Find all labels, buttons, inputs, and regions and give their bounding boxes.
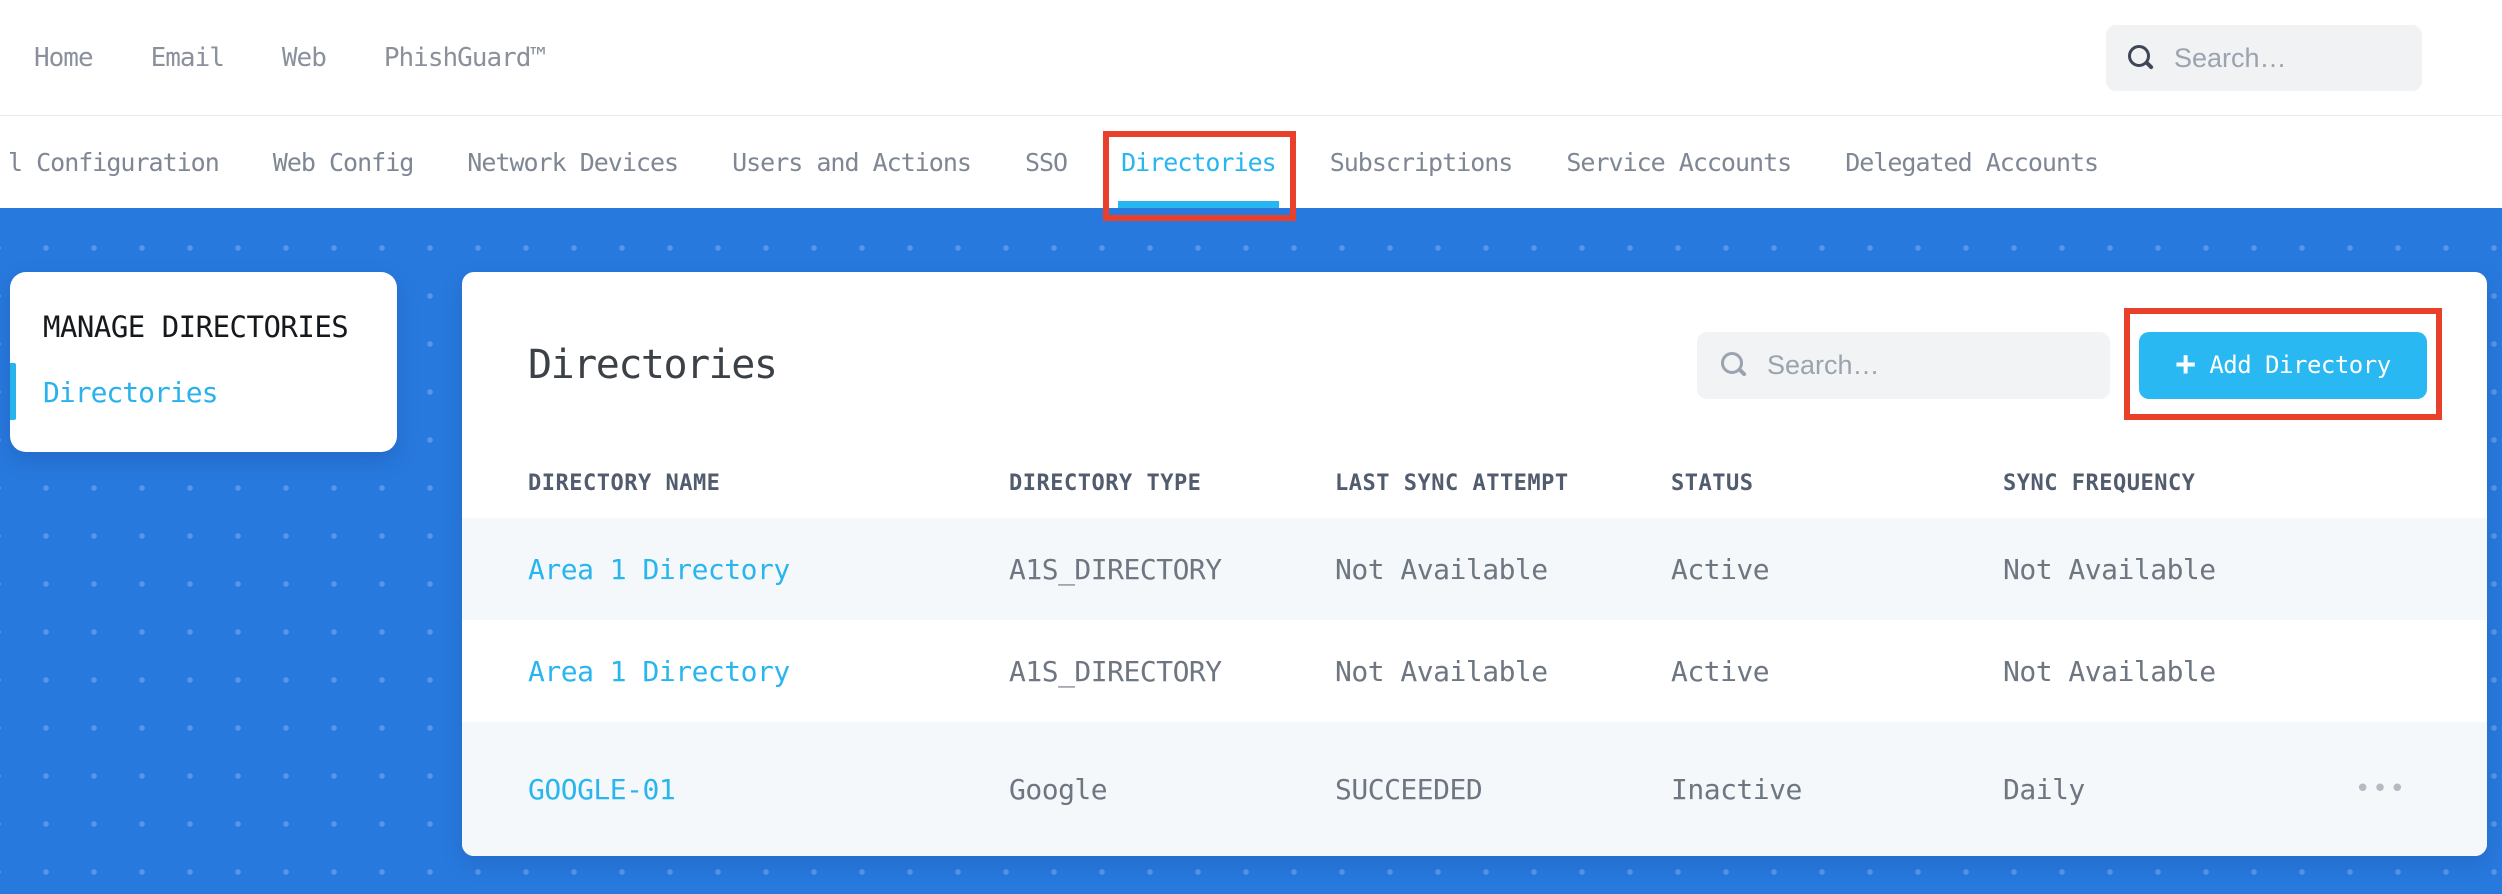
top-nav: Home Email Web PhishGuard™ — [0, 43, 546, 73]
active-tab-underline — [1118, 201, 1279, 208]
cell-status: Inactive — [1671, 772, 1802, 806]
directories-search-input[interactable] — [1767, 349, 2088, 381]
manage-directories-title: MANAGE DIRECTORIES — [43, 310, 349, 344]
topnav-item-email[interactable]: Email — [151, 43, 225, 73]
page-title: Directories — [528, 342, 778, 388]
column-header-sync-frequency: SYNC FREQUENCY — [2003, 470, 2196, 496]
directories-card: Directories + Add Directory — [462, 272, 2487, 856]
plus-icon: + — [2175, 343, 2196, 384]
table-header-row: DIRECTORY NAME DIRECTORY TYPE LAST SYNC … — [462, 448, 2487, 518]
cell-sync-frequency: Daily — [2003, 772, 2085, 806]
tab-directories-label: Directories — [1121, 147, 1277, 177]
cell-sync-frequency: Not Available — [2003, 654, 2216, 688]
column-header-status: STATUS — [1671, 470, 1754, 496]
table-row: Area 1 Directory A1S_DIRECTORY Not Avail… — [462, 620, 2487, 722]
cell-directory-type: Google — [1009, 772, 1108, 806]
cell-directory-name[interactable]: Area 1 Directory — [528, 553, 1009, 586]
sidebar-active-indicator — [10, 363, 16, 420]
search-icon — [2126, 43, 2156, 73]
topnav-item-web[interactable]: Web — [282, 43, 327, 73]
column-header-directory-type: DIRECTORY TYPE — [1009, 470, 1202, 496]
table-row: GOOGLE-01 Google SUCCEEDED Inactive Dail… — [462, 722, 2487, 856]
settings-tabbar: l Configuration Web Config Network Devic… — [0, 116, 2502, 221]
topnav-item-phishguard[interactable]: PhishGuard™ — [384, 43, 546, 73]
tab-network-devices[interactable]: Network Devices — [467, 116, 679, 208]
tab-delegated-accounts[interactable]: Delegated Accounts — [1845, 116, 2099, 208]
header-actions: + Add Directory — [1697, 307, 2442, 420]
column-header-directory-name: DIRECTORY NAME — [528, 470, 721, 496]
row-ellipsis-menu-icon[interactable]: ••• — [2355, 770, 2407, 808]
cell-last-sync-attempt: Not Available — [1335, 654, 1548, 688]
tab-directories[interactable]: Directories — [1103, 116, 1296, 221]
cell-directory-name[interactable]: GOOGLE-01 — [528, 773, 1009, 806]
topbar: Home Email Web PhishGuard™ — [0, 0, 2502, 116]
cell-status: Active — [1671, 552, 1770, 586]
directories-search[interactable] — [1697, 331, 2110, 399]
search-icon — [1719, 350, 1749, 380]
page: Home Email Web PhishGuard™ l Configurati… — [0, 0, 2502, 894]
tab-web-config[interactable]: Web Config — [273, 116, 415, 208]
cell-sync-frequency: Not Available — [2003, 552, 2216, 586]
cell-directory-type: A1S_DIRECTORY — [1009, 654, 1222, 688]
tab-email-configuration[interactable]: l Configuration — [8, 116, 220, 208]
table-row: Area 1 Directory A1S_DIRECTORY Not Avail… — [462, 518, 2487, 620]
cell-directory-type: A1S_DIRECTORY — [1009, 552, 1222, 586]
cell-directory-name[interactable]: Area 1 Directory — [528, 655, 1009, 688]
tab-users-and-actions[interactable]: Users and Actions — [732, 116, 972, 208]
cell-last-sync-attempt: SUCCEEDED — [1335, 772, 1483, 806]
global-search-input[interactable] — [2174, 42, 2402, 74]
tab-subscriptions[interactable]: Subscriptions — [1330, 116, 1514, 208]
directories-card-header: Directories + Add Directory — [462, 272, 2487, 448]
tab-sso[interactable]: SSO — [1025, 116, 1068, 208]
add-directory-label: Add Directory — [2209, 351, 2391, 379]
add-directory-button[interactable]: + Add Directory — [2139, 331, 2427, 399]
cell-status: Active — [1671, 654, 1770, 688]
global-search[interactable] — [2106, 25, 2422, 91]
topnav-item-home[interactable]: Home — [34, 43, 94, 73]
cell-last-sync-attempt: Not Available — [1335, 552, 1548, 586]
column-header-last-sync-attempt: LAST SYNC ATTEMPT — [1335, 470, 1569, 496]
add-directory-wrap: + Add Directory — [2124, 307, 2442, 420]
sidebar-item-directories[interactable]: Directories — [43, 376, 218, 409]
content-area: MANAGE DIRECTORIES Directories Directori… — [0, 208, 2502, 894]
tab-service-accounts[interactable]: Service Accounts — [1566, 116, 1792, 208]
manage-directories-card: MANAGE DIRECTORIES Directories — [10, 272, 397, 452]
